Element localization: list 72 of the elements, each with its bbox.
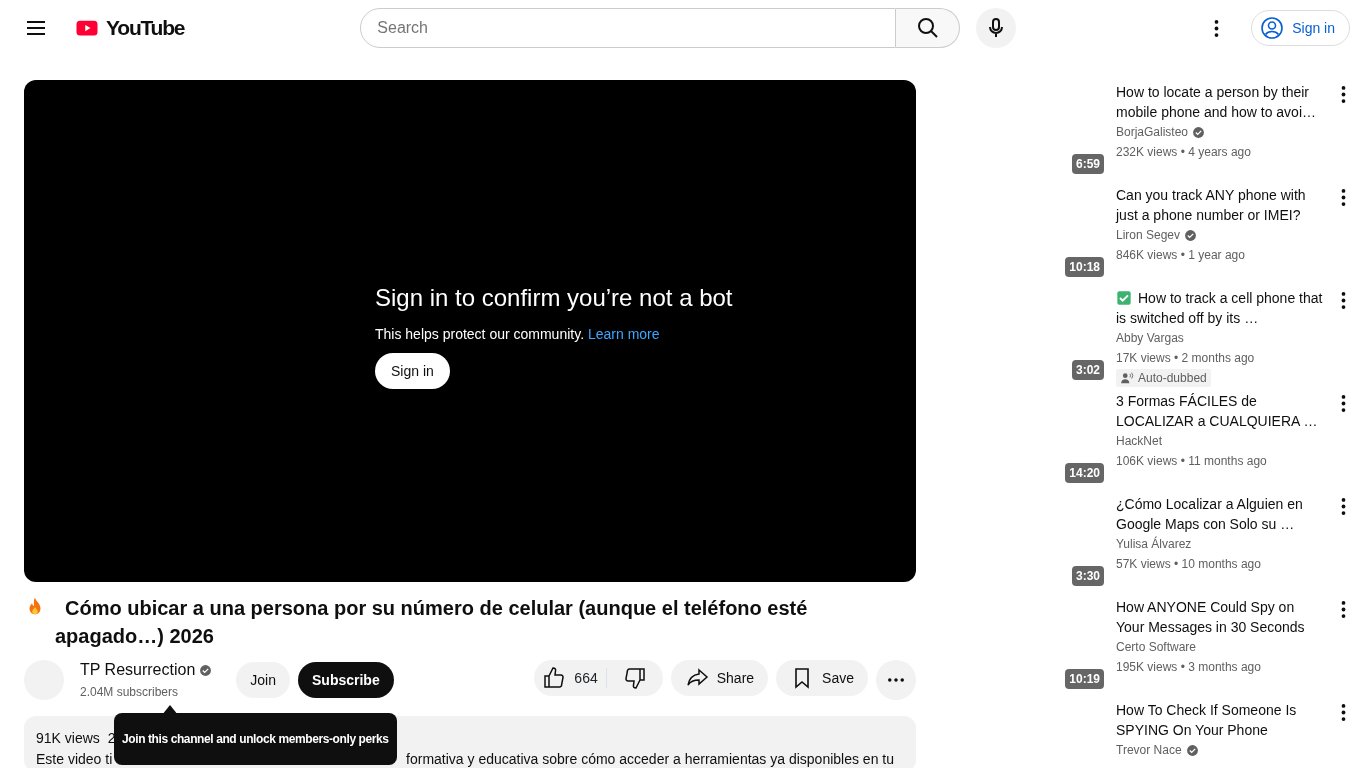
video-link[interactable]: How To Check If Someone Is SPYING On Your Phone xyxy=(1116,700,1326,740)
player-sign-in-button[interactable]: Sign in xyxy=(375,353,450,389)
video-stats: 232K views • 4 years ago xyxy=(1116,144,1252,161)
player-message: This helps protect our community. xyxy=(375,326,585,342)
thumbs-up-icon xyxy=(542,666,567,690)
duration-label: 14:20 xyxy=(1065,463,1104,483)
auto-dubbed-badge: Auto-dubbed xyxy=(1116,369,1211,387)
video-stats: 106K views • 11 months ago xyxy=(1116,453,1268,470)
sign-in-button[interactable]: Sign in xyxy=(1251,10,1350,46)
more-options-button[interactable] xyxy=(1341,189,1346,206)
save-button[interactable]: Save xyxy=(776,660,868,696)
search-icon xyxy=(915,16,940,40)
account-icon xyxy=(1260,16,1285,40)
subscriber-count: 2.04M subscribers xyxy=(80,684,180,701)
more-options-button[interactable] xyxy=(1341,704,1346,721)
microphone-button[interactable] xyxy=(976,8,1017,48)
more-options-button[interactable] xyxy=(1341,601,1346,618)
duration-label: 10:18 xyxy=(1065,257,1104,277)
description-text: Este video ti xyxy=(36,750,113,768)
subscribe-button[interactable]: Subscribe xyxy=(298,662,394,698)
logo-text[interactable]: YouTube xyxy=(106,12,185,44)
video-stats: 195K views • 3 months ago xyxy=(1116,659,1262,676)
more-icon xyxy=(1341,498,1346,515)
video-title: Cómo ubicar a una persona por su número de celular (aunque el teléfono esté apagado…) 2026 xyxy=(55,596,809,649)
share-button[interactable]: Share xyxy=(670,660,769,696)
video-link[interactable]: How to locate a person by their mobile phone and how to avoi… xyxy=(1116,82,1326,122)
search-button[interactable] xyxy=(896,8,961,48)
like-button[interactable]: 664 xyxy=(534,660,606,696)
more-options-button[interactable] xyxy=(1341,292,1346,309)
channel-name[interactable]: Abby Vargas xyxy=(1116,328,1184,348)
channel-name[interactable]: BorjaGalisteo xyxy=(1116,122,1189,142)
more-icon xyxy=(1341,292,1346,309)
duration-label: 6:59 xyxy=(1071,154,1104,174)
more-icon xyxy=(1341,86,1346,103)
search-field[interactable]: Search xyxy=(360,8,897,48)
more-icon xyxy=(1214,19,1220,37)
more-options-button[interactable] xyxy=(1341,86,1346,103)
tooltip-pointer xyxy=(162,705,178,715)
more-actions-button[interactable] xyxy=(876,660,916,700)
video-link[interactable]: 3 Formas FÁCILES de LOCALIZAR a CUALQUIERA … xyxy=(1116,391,1326,431)
duration-label: 3:02 xyxy=(1071,360,1104,380)
duration-label: 3:30 xyxy=(1071,566,1104,586)
video-stats: 846K views • 1 year ago xyxy=(1116,247,1246,264)
channel-name[interactable]: Trevor Nace xyxy=(1116,740,1182,760)
description-text: formativa y educativa sobre cómo acceder a herramientas ya disponibles en tu xyxy=(406,750,894,768)
tooltip: Join this channel and unlock members-only perks xyxy=(114,713,397,765)
channel-name[interactable]: Certo Software xyxy=(1116,637,1197,657)
learn-more-link[interactable]: Learn more xyxy=(587,326,660,342)
thumbs-down-icon xyxy=(622,666,647,690)
player-heading: Sign in to confirm you’re not a bot xyxy=(375,283,734,313)
channel-name[interactable]: TP Resurrection xyxy=(80,658,196,682)
more-options-button[interactable] xyxy=(1341,498,1346,515)
more-options-button[interactable] xyxy=(1341,395,1346,412)
video-stats: 17K views • 2 months ago xyxy=(1116,350,1256,367)
video-title[interactable]: How to track a cell phone that is switched off by its … xyxy=(1116,288,1326,328)
view-count: 91K views xyxy=(36,729,100,748)
video-link[interactable]: ¿Cómo Localizar a Alguien en Google Maps con Solo su … xyxy=(1116,494,1326,534)
channel-name[interactable]: Liron Segev xyxy=(1116,225,1181,245)
more-icon xyxy=(1341,189,1346,206)
speaker-person-icon xyxy=(1120,371,1134,385)
video-link[interactable]: Can you track ANY phone with just a phone number or IMEI? xyxy=(1116,185,1326,225)
video-stats: 57K views • 10 months ago xyxy=(1116,556,1262,573)
more-icon xyxy=(1341,601,1346,618)
more-icon xyxy=(1341,704,1346,721)
duration-label: 10:19 xyxy=(1065,669,1104,689)
join-button[interactable]: Join xyxy=(236,662,290,698)
channel-name[interactable]: Yulisa Álvarez xyxy=(1116,534,1192,554)
more-icon xyxy=(888,678,904,682)
more-icon xyxy=(1341,395,1346,412)
video-link[interactable]: How ANYONE Could Spy on Your Messages in 30 Seconds xyxy=(1116,597,1326,637)
more-options-button[interactable] xyxy=(1214,19,1220,37)
channel-name[interactable]: HackNet xyxy=(1116,431,1162,451)
